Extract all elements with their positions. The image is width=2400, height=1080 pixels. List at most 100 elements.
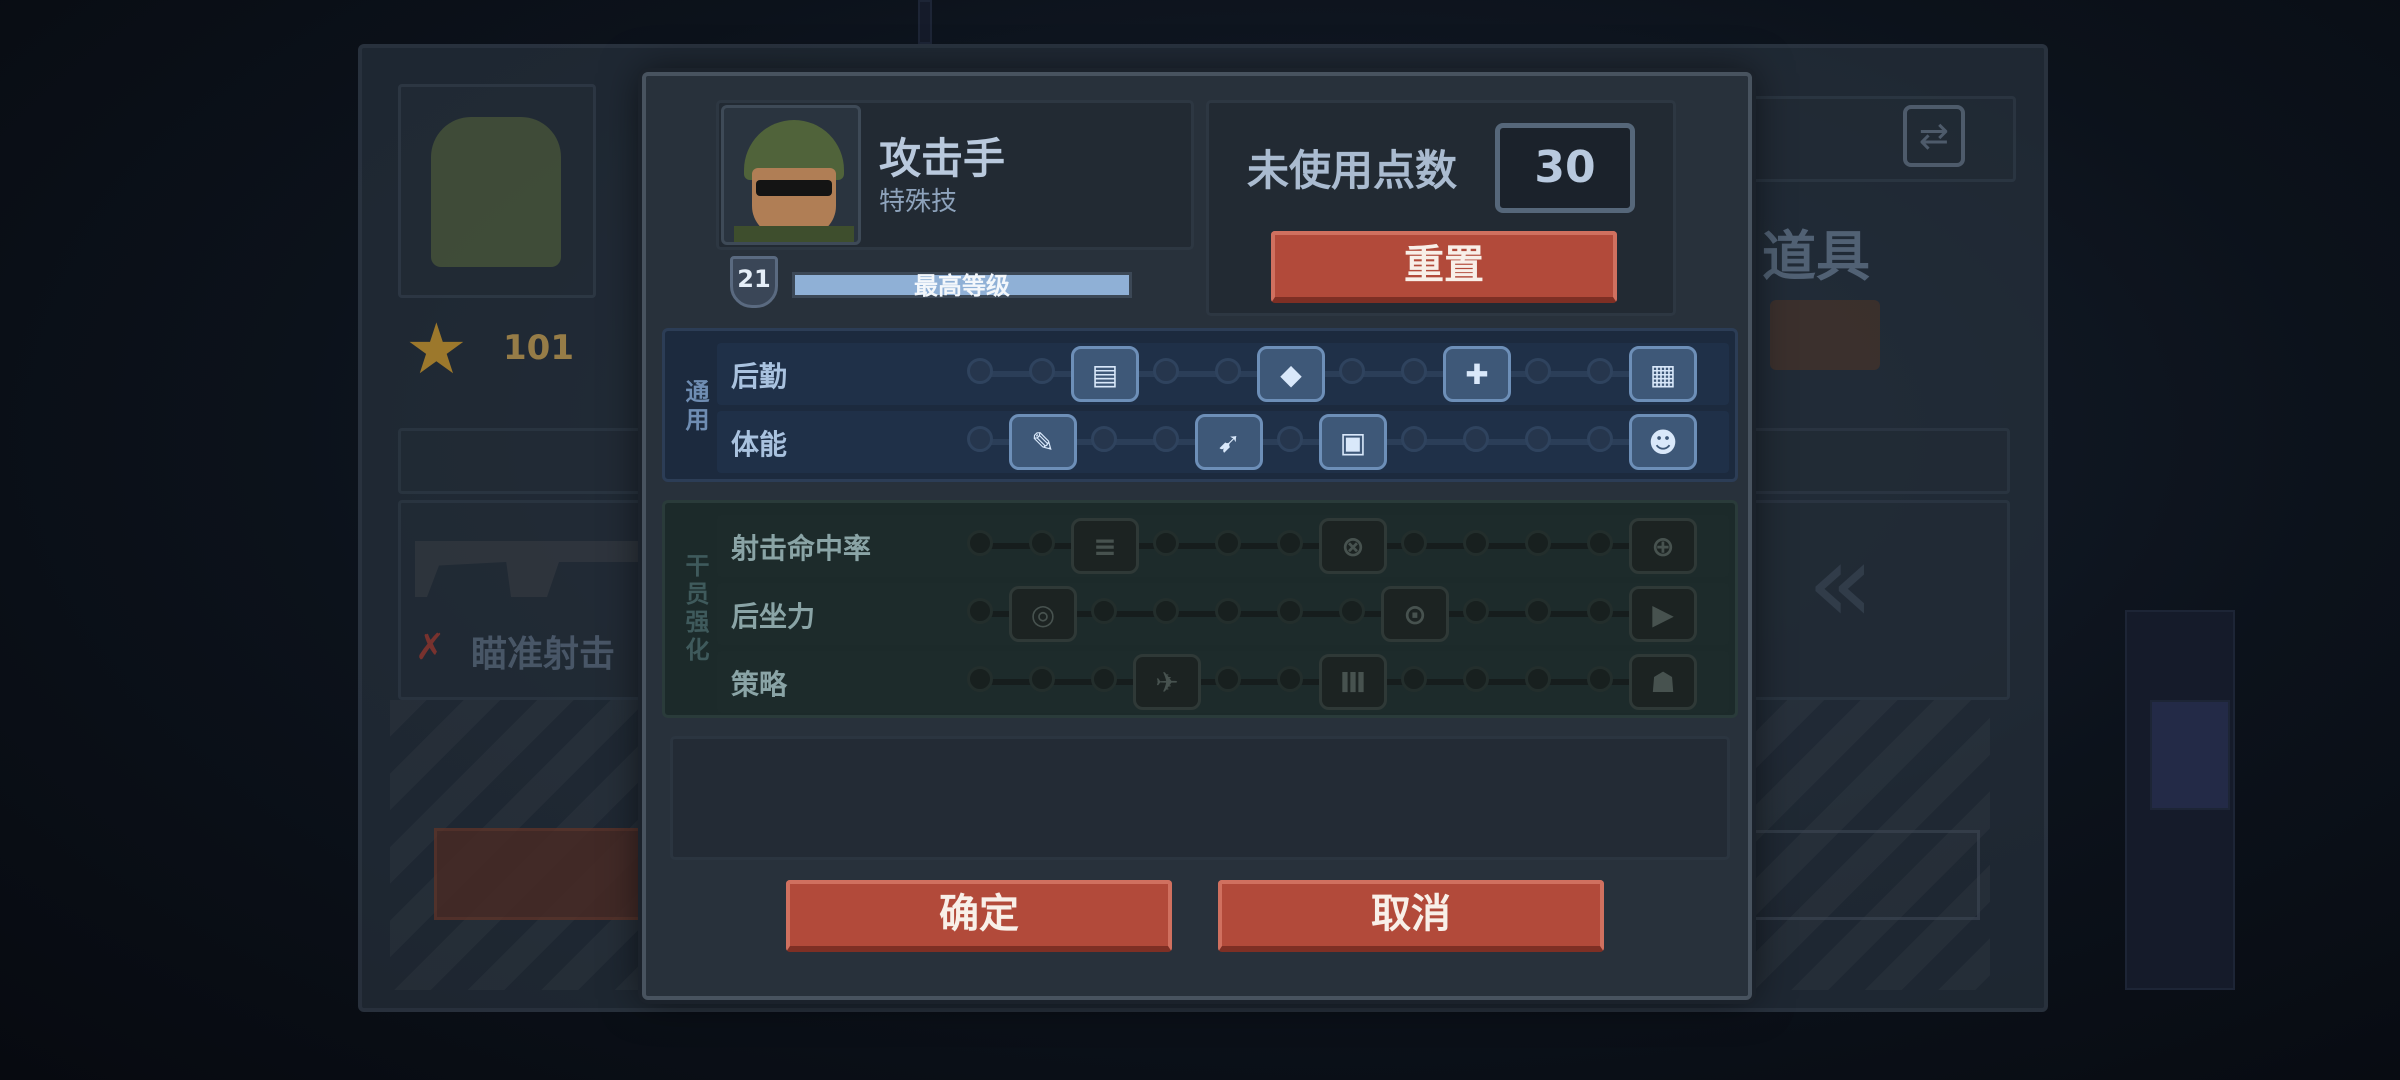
soldier-portrait-icon xyxy=(431,117,561,267)
skill-node[interactable] xyxy=(1587,598,1613,624)
skill-node[interactable] xyxy=(1215,598,1241,624)
skill-node[interactable] xyxy=(1525,666,1551,692)
scene-crate xyxy=(2150,700,2230,810)
skill-node[interactable] xyxy=(1029,358,1055,384)
skill-node[interactable] xyxy=(1091,666,1117,692)
skill-node[interactable] xyxy=(1277,426,1303,452)
wave-icon[interactable]: ☗ xyxy=(1629,654,1697,710)
medkit-icon[interactable]: ✚ xyxy=(1443,346,1511,402)
sprint-icon[interactable]: ➹ xyxy=(1195,414,1263,470)
unused-points-value: 30 xyxy=(1495,123,1635,213)
character-portrait xyxy=(721,105,861,245)
star-count: 101 xyxy=(503,328,574,368)
skill-node[interactable] xyxy=(1153,358,1179,384)
skill-node[interactable] xyxy=(1463,666,1489,692)
grenade-item-icon[interactable] xyxy=(1770,300,1880,370)
skill-track xyxy=(977,611,1677,617)
barrel-icon[interactable]: ▶ xyxy=(1629,586,1697,642)
armor-plus-icon[interactable]: ◆ xyxy=(1257,346,1325,402)
scene-pole xyxy=(918,0,932,44)
skill-node[interactable] xyxy=(1153,530,1179,556)
crosshair-icon[interactable]: ⊕ xyxy=(1629,518,1697,574)
points-card: 未使用点数 30 重置 xyxy=(1206,100,1676,316)
skill-node[interactable] xyxy=(1401,666,1427,692)
back-slot[interactable] xyxy=(1740,830,1980,920)
skill-node[interactable] xyxy=(1277,598,1303,624)
skill-node[interactable] xyxy=(967,426,993,452)
skill-row: 体能 ✎ ➹ ▣ ☻ xyxy=(717,411,1729,473)
back-red-button[interactable] xyxy=(434,828,654,920)
skill-node[interactable] xyxy=(1215,530,1241,556)
ammo-belt-icon[interactable]: ▤ xyxy=(1071,346,1139,402)
skill-node[interactable] xyxy=(1587,358,1613,384)
skill-node[interactable] xyxy=(1339,358,1365,384)
skill-node[interactable] xyxy=(1401,530,1427,556)
supply-crate-icon[interactable]: ▦ xyxy=(1629,346,1697,402)
muzzle-icon[interactable]: ⊙ xyxy=(1381,586,1449,642)
knife-icon[interactable]: ✎ xyxy=(1009,414,1077,470)
grip-icon[interactable]: ◎ xyxy=(1009,586,1077,642)
airstrike-icon[interactable]: ✈ xyxy=(1133,654,1201,710)
skill-node[interactable] xyxy=(967,666,993,692)
skill-node[interactable] xyxy=(1153,426,1179,452)
double-target-icon[interactable]: ⊗ xyxy=(1319,518,1387,574)
skill-node[interactable] xyxy=(1587,426,1613,452)
skill-row: 后勤 ▤ ◆ ✚ ▦ xyxy=(717,343,1729,405)
skill-tree-dialog: 攻击手 特殊技 21 最高等级 未使用点数 30 重置 通用 后勤 ▤ ◆ ✚ ▦ 体能 ✎… xyxy=(642,72,1752,1000)
sunglasses-icon xyxy=(756,180,832,196)
confirm-button[interactable]: 确定 xyxy=(786,880,1172,952)
uniform-icon xyxy=(734,226,854,242)
double-chevron-left-icon[interactable]: « xyxy=(1807,519,1874,647)
skill-node[interactable] xyxy=(1525,358,1551,384)
character-card: 攻击手 特殊技 xyxy=(716,100,1194,250)
class-name: 攻击手 xyxy=(879,134,1006,183)
skill-node[interactable] xyxy=(1401,426,1427,452)
reset-button[interactable]: 重置 xyxy=(1271,231,1617,303)
skill-node[interactable] xyxy=(1525,598,1551,624)
skill-row: 策略 ✈ Ⅲ ☗ xyxy=(717,651,1729,713)
skill-row-label: 体能 xyxy=(731,428,788,461)
skill-node[interactable] xyxy=(1029,530,1055,556)
backpack-icon[interactable]: ▣ xyxy=(1319,414,1387,470)
skill-node[interactable] xyxy=(1463,530,1489,556)
skill-row-label: 后勤 xyxy=(731,360,788,393)
skill-description-box xyxy=(670,736,1730,860)
skill-node[interactable] xyxy=(1463,598,1489,624)
skill-node[interactable] xyxy=(967,530,993,556)
section-specialist: 干员强化 射击命中率 ≡ ⊗ ⊕ 后坐力 ◎ ⊙ ▶ 策略 ✈ Ⅲ ☗ xyxy=(662,500,1738,718)
skill-row: 后坐力 ◎ ⊙ ▶ xyxy=(717,583,1729,645)
skill-row-label: 后坐力 xyxy=(731,600,816,633)
section-specialist-tag: 干员强化 xyxy=(681,553,709,665)
back-swap-bar: ⇄ xyxy=(1710,96,2016,182)
skill-node[interactable] xyxy=(1587,530,1613,556)
swap-icon[interactable]: ⇄ xyxy=(1903,105,1965,167)
cancel-button[interactable]: 取消 xyxy=(1218,880,1604,952)
level-text: 最高等级 xyxy=(914,272,1010,300)
skill-node[interactable] xyxy=(1587,666,1613,692)
skill-node[interactable] xyxy=(1029,666,1055,692)
skill-node[interactable] xyxy=(967,358,993,384)
skill-node[interactable] xyxy=(1277,666,1303,692)
skill-node[interactable] xyxy=(1153,598,1179,624)
class-subtitle: 特殊技 xyxy=(879,187,958,217)
bullets-icon[interactable]: ≡ xyxy=(1071,518,1139,574)
section-general: 通用 后勤 ▤ ◆ ✚ ▦ 体能 ✎ ➹ ▣ ☻ xyxy=(662,328,1738,482)
skill-node[interactable] xyxy=(1277,530,1303,556)
skill-node[interactable] xyxy=(1215,666,1241,692)
skill-node[interactable] xyxy=(1091,598,1117,624)
skill-node[interactable] xyxy=(967,598,993,624)
skill-node[interactable] xyxy=(1339,598,1365,624)
skill-node[interactable] xyxy=(1215,358,1241,384)
aim-skill-icon: ✗ xyxy=(415,627,446,668)
rifle-icon xyxy=(415,541,655,597)
items-title: 道具 xyxy=(1762,225,1870,288)
skill-node[interactable] xyxy=(1463,426,1489,452)
skill-node[interactable] xyxy=(1401,358,1427,384)
unused-points-label: 未使用点数 xyxy=(1247,146,1458,195)
star-icon: ★ xyxy=(405,308,468,390)
skill-node[interactable] xyxy=(1525,426,1551,452)
skill-node[interactable] xyxy=(1525,530,1551,556)
skill-node[interactable] xyxy=(1091,426,1117,452)
claws-icon[interactable]: Ⅲ xyxy=(1319,654,1387,710)
fist-icon[interactable]: ☻ xyxy=(1629,414,1697,470)
